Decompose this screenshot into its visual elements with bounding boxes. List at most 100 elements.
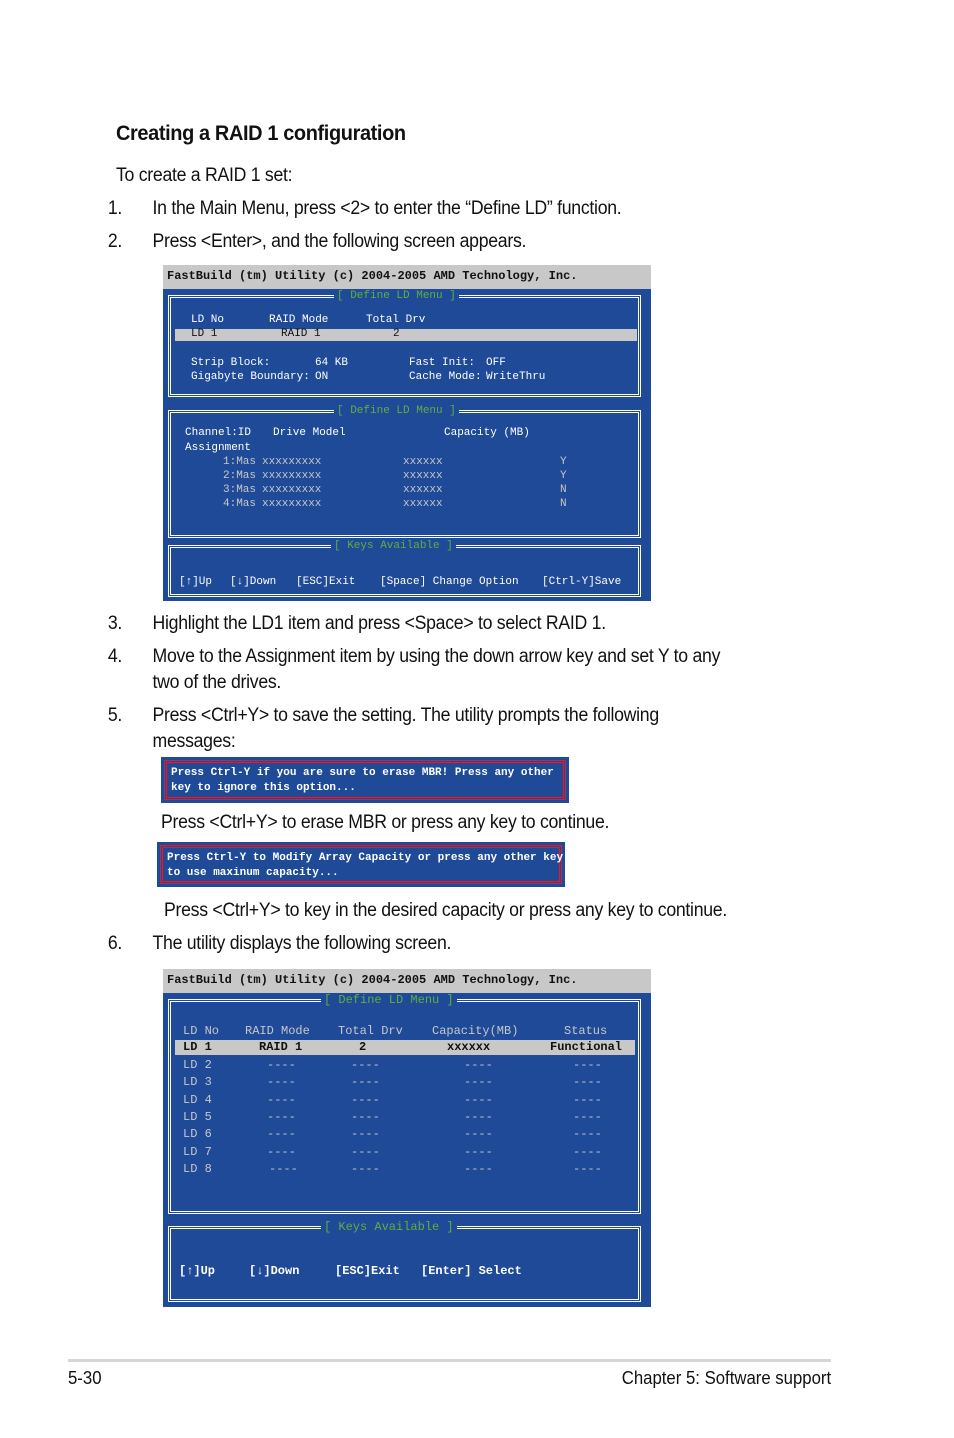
ld-list-panel: [ Define LD Menu ] LD No RAID Mode Total… (168, 993, 641, 1214)
capacity: xxxxxx (447, 1040, 491, 1054)
total-drv: ---- (351, 1058, 380, 1072)
capacity: ---- (464, 1092, 493, 1107)
drive-channel: 3:Mas (223, 484, 257, 496)
step-text: In the Main Menu, press <2> to enter the… (152, 198, 622, 219)
step-text-cont: messages: (152, 731, 236, 752)
status: ---- (573, 1075, 602, 1090)
drive-assigned[interactable]: Y (560, 469, 567, 483)
status: ---- (573, 1144, 602, 1159)
footer-divider (68, 1359, 831, 1362)
key-select: [Enter] Select (421, 1264, 522, 1278)
key-down: [↓]Down (230, 576, 277, 588)
status: ---- (573, 1127, 602, 1142)
total-drv: ---- (351, 1092, 380, 1107)
total-drv: 2 (359, 1040, 367, 1054)
status: ---- (573, 1058, 602, 1072)
raid-mode: ---- (267, 1075, 296, 1090)
drive-assigned[interactable]: N (560, 497, 567, 511)
intro-text: To create a RAID 1 set: (116, 165, 293, 186)
header-capacity: Capacity(MB) (432, 1024, 519, 1038)
step-text: The utility displays the following scree… (152, 933, 452, 954)
capacity: ---- (464, 1161, 493, 1176)
ld-no: LD 6 (183, 1127, 212, 1142)
drive-assigned[interactable]: Y (560, 455, 567, 469)
header-assignment: Assignment (185, 442, 252, 454)
section-heading: Creating a RAID 1 configuration (116, 122, 406, 145)
prompt-line-2: key to ignore this option... (171, 782, 356, 794)
table-row-selected[interactable]: LD 1 RAID 1 2 xxxxxx Functional (175, 1040, 635, 1055)
ld-no: LD 7 (183, 1144, 212, 1159)
panel-title: [ Keys Available ] (321, 1220, 457, 1234)
total-drv: ---- (351, 1109, 380, 1124)
step-text: Move to the Assignment item by using the… (152, 646, 721, 667)
ld-row-selected[interactable]: LD 1 RAID 1 2 (175, 328, 637, 341)
capacity: ---- (464, 1144, 493, 1159)
raid-mode: ---- (267, 1127, 296, 1142)
ld-no: LD 1 (191, 328, 218, 340)
strip-block-value[interactable]: 64 KB (315, 356, 348, 370)
gigabyte-boundary-value[interactable]: ON (315, 370, 328, 384)
modify-capacity-prompt: Press Ctrl-Y to Modify Array Capacity or… (157, 842, 565, 887)
step-text: Press <Enter>, and the following screen … (152, 231, 527, 252)
prompt-border: Press Ctrl-Y if you are sure to erase MB… (164, 760, 566, 800)
drive-channel: 4:Mas (223, 498, 257, 510)
drive-assigned[interactable]: N (560, 483, 567, 497)
step-3: 3. Highlight the LD1 item and press <Spa… (0, 613, 887, 637)
ld-no: LD 3 (183, 1075, 212, 1090)
raid-mode: ---- (269, 1161, 298, 1176)
total-drv: ---- (351, 1144, 380, 1159)
chapter-title: Chapter 5: Software support (621, 1368, 831, 1388)
drive-capacity: xxxxxx (403, 498, 443, 510)
key-exit: [ESC]Exit (296, 576, 356, 588)
header-capacity: Capacity (MB) (444, 427, 530, 439)
ld-no: LD 4 (183, 1092, 212, 1107)
fast-init-value[interactable]: OFF (486, 356, 506, 370)
status: ---- (573, 1092, 602, 1107)
step-text: Press <Ctrl+Y> to save the setting. The … (152, 705, 660, 726)
status: Functional (550, 1040, 623, 1054)
panel-title: [ Define LD Menu ] (321, 993, 457, 1007)
raid-mode: ---- (267, 1144, 296, 1159)
drive-model: xxxxxxxxx (262, 484, 322, 496)
header-drive-model: Drive Model (273, 427, 346, 439)
drive-model: xxxxxxxxx (262, 470, 322, 482)
utility-title-bar: FastBuild (tm) Utility (c) 2004-2005 AMD… (163, 265, 651, 289)
prompt-line-1: Press Ctrl-Y if you are sure to erase MB… (171, 767, 554, 779)
total-drv: ---- (351, 1161, 380, 1176)
drive-channel: 1:Mas (223, 456, 257, 468)
fastbuild-screen-define-ld: FastBuild (tm) Utility (c) 2004-2005 AMD… (163, 265, 651, 601)
step-text: Highlight the LD1 item and press <Space>… (152, 613, 607, 634)
raid-mode: ---- (267, 1109, 296, 1124)
key-down: [↓]Down (249, 1264, 300, 1278)
raid-mode: RAID 1 (281, 328, 321, 340)
step-6: 6. The utility displays the following sc… (0, 933, 887, 957)
ld-no: LD 1 (183, 1040, 212, 1054)
prompt-text: Press Ctrl-Y if you are sure to erase MB… (171, 766, 554, 796)
step-number: 3. (107, 613, 123, 634)
panel-title: [ Define LD Menu ] (334, 289, 459, 303)
drive-channel: 2:Mas (223, 470, 257, 482)
fast-init-label: Fast Init: (409, 357, 476, 369)
capacity: ---- (464, 1058, 493, 1072)
header-channel-id: Channel:ID (185, 427, 252, 439)
status: ---- (573, 1161, 602, 1176)
drive-assignment-panel: [ Define LD Menu ] Channel:ID Drive Mode… (168, 404, 641, 538)
step-5: 5. Press <Ctrl+Y> to save the setting. T… (0, 705, 887, 755)
cache-mode-label: Cache Mode: (409, 371, 482, 383)
drive-capacity: xxxxxx (403, 470, 443, 482)
step-4: 4. Move to the Assignment item by using … (0, 646, 887, 696)
ld-no: LD 2 (183, 1058, 212, 1072)
step-number: 6. (107, 933, 123, 954)
panel-title: [ Define LD Menu ] (334, 404, 459, 418)
step-number: 1. (107, 198, 123, 219)
utility-title-bar: FastBuild (tm) Utility (c) 2004-2005 AMD… (163, 969, 651, 993)
step-number: 4. (107, 646, 123, 667)
header-raid-mode: RAID Mode (269, 314, 329, 326)
define-ld-panel: [ Define LD Menu ] LD No RAID Mode Total… (168, 289, 641, 397)
header-total-drv: Total Drv (338, 1024, 403, 1038)
header-ld-no: LD No (183, 1024, 220, 1038)
cache-mode-value[interactable]: WriteThru (486, 370, 545, 384)
drive-capacity: xxxxxx (403, 456, 443, 468)
key-save: [Ctrl-Y]Save (542, 576, 622, 588)
erase-mbr-prompt: Press Ctrl-Y if you are sure to erase MB… (161, 757, 569, 803)
